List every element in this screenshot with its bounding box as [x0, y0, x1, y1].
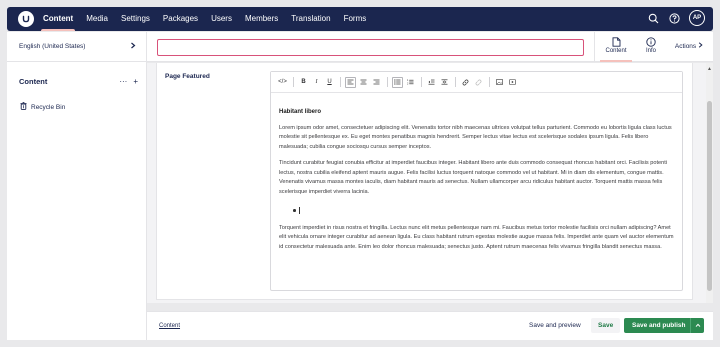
- property-card: Page Featured </> B I U 1 2 Habitant lib…: [156, 63, 693, 300]
- list-bullet: [293, 209, 296, 212]
- editor-paragraph-3: Torquent imperdiet in risus nostra et fr…: [279, 224, 674, 251]
- header-divider: [594, 32, 595, 62]
- toolbar-divider: [340, 77, 341, 87]
- outdent-icon[interactable]: [426, 77, 437, 88]
- sidebar: English (United States) Content ··· + Re…: [7, 32, 147, 340]
- actions-menu[interactable]: Actions: [675, 42, 703, 50]
- language-label: English (United States): [19, 43, 86, 50]
- link-icon[interactable]: [460, 77, 471, 88]
- document-icon: [612, 35, 621, 48]
- add-icon[interactable]: +: [133, 77, 138, 86]
- nav-settings[interactable]: Settings: [121, 7, 150, 31]
- sidebar-item-recycle-bin[interactable]: Recycle Bin: [7, 102, 146, 112]
- align-right-icon[interactable]: [371, 77, 382, 88]
- nav-members[interactable]: Members: [245, 7, 278, 31]
- chevron-right-icon: [698, 42, 703, 50]
- italic-icon[interactable]: I: [311, 77, 322, 88]
- content-tree-header: Content ··· +: [7, 77, 146, 86]
- image-icon[interactable]: [494, 77, 505, 88]
- content-scroll-area: Page Featured </> B I U 1 2 Habitant lib…: [147, 63, 713, 303]
- more-options-icon[interactable]: ···: [119, 77, 127, 86]
- svg-text:2: 2: [407, 83, 409, 85]
- editor-content[interactable]: Habitant libero Lorem ipsum odor amet, c…: [271, 108, 682, 253]
- source-code-icon[interactable]: </>: [277, 77, 288, 88]
- tab-content-label: Content: [605, 48, 627, 54]
- breadcrumb[interactable]: Content: [159, 323, 180, 329]
- text-cursor: [298, 207, 300, 215]
- underline-icon[interactable]: U: [324, 77, 335, 88]
- scrollbar-thumb[interactable]: [707, 101, 712, 291]
- actions-label: Actions: [674, 43, 697, 50]
- toolbar-divider: [293, 77, 294, 87]
- numbered-list-icon[interactable]: 12: [405, 77, 416, 88]
- editor-heading: Habitant libero: [279, 109, 322, 115]
- toolbar-divider: [387, 77, 388, 87]
- help-icon[interactable]: [668, 12, 680, 24]
- top-navigation-bar: Content Media Settings Packages Users Me…: [7, 7, 713, 31]
- toolbar-divider: [455, 77, 456, 87]
- save-and-publish-label: Save and publish: [632, 322, 686, 329]
- editor-empty-list-item: [293, 204, 674, 218]
- nav-packages[interactable]: Packages: [163, 7, 198, 31]
- trash-icon: [20, 102, 27, 112]
- main-panel: Content Info Actions Page Featured </> B: [147, 32, 713, 340]
- save-and-publish-button[interactable]: Save and publish: [624, 318, 704, 333]
- save-and-preview-button[interactable]: Save and preview: [529, 318, 581, 333]
- document-name-input[interactable]: [157, 39, 584, 56]
- property-label: Page Featured: [165, 73, 210, 80]
- nav-media[interactable]: Media: [86, 7, 108, 31]
- align-center-icon[interactable]: [358, 77, 369, 88]
- info-icon: [646, 35, 656, 48]
- user-avatar[interactable]: AP: [689, 10, 705, 26]
- recycle-bin-label: Recycle Bin: [31, 103, 66, 111]
- rich-text-editor[interactable]: </> B I U 1 2 Habitant libero Lorem ipsu…: [270, 71, 683, 291]
- indent-icon[interactable]: [439, 77, 450, 88]
- umbraco-logo-icon[interactable]: [18, 11, 34, 27]
- tab-content-view[interactable]: Content: [599, 35, 633, 62]
- editor-paragraph-1: Lorem ipsum odor amet, consectetuer adip…: [279, 124, 672, 151]
- language-selector[interactable]: English (United States): [7, 32, 146, 62]
- chevron-right-icon: [130, 42, 136, 51]
- bullet-list-icon[interactable]: [392, 76, 403, 88]
- toolbar-divider: [489, 77, 490, 87]
- vertical-scrollbar[interactable]: ▲: [706, 63, 713, 303]
- editor-paragraph-2: Tincidunt curabitur feugiat conubia effi…: [279, 159, 668, 195]
- unlink-icon[interactable]: [473, 77, 484, 88]
- save-button[interactable]: Save: [591, 318, 621, 333]
- editor-toolbar: </> B I U 1 2: [271, 72, 682, 93]
- content-tree-title: Content: [19, 77, 48, 86]
- search-icon[interactable]: [647, 12, 659, 24]
- document-footer: Content Save and preview Save Save and p…: [147, 311, 713, 340]
- nav-translation[interactable]: Translation: [291, 7, 330, 31]
- bold-icon[interactable]: B: [298, 77, 309, 88]
- tab-info-view[interactable]: Info: [634, 35, 668, 62]
- document-header: Content Info Actions: [147, 32, 713, 62]
- embed-icon[interactable]: [507, 77, 518, 88]
- tab-info-label: Info: [645, 48, 656, 54]
- align-left-icon[interactable]: [345, 76, 356, 88]
- toolbar-divider: [421, 77, 422, 87]
- nav-content[interactable]: Content: [40, 7, 76, 31]
- scroll-up-arrow-icon[interactable]: ▲: [707, 66, 712, 72]
- nav-forms[interactable]: Forms: [344, 7, 367, 31]
- chevron-up-icon[interactable]: [690, 318, 704, 333]
- nav-users[interactable]: Users: [211, 7, 232, 31]
